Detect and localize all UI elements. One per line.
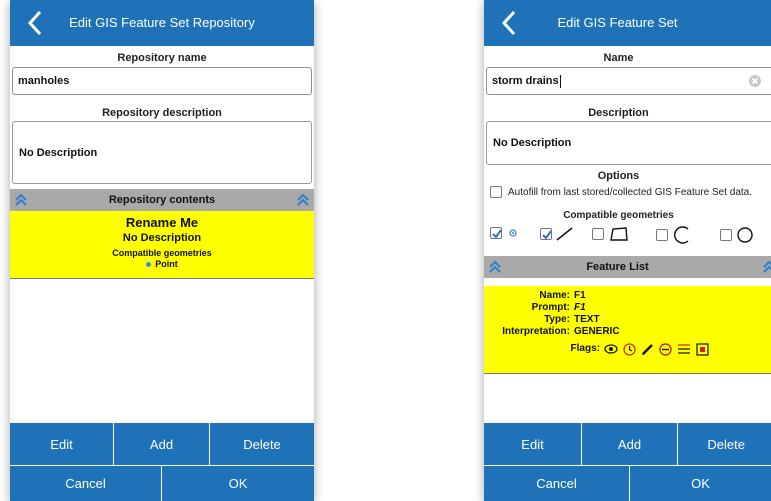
feature-name-key: Name: [539,290,570,301]
collapse-up-icon[interactable] [295,192,311,208]
repository-description-input[interactable]: No Description [12,121,312,184]
geometry-arc-option[interactable] [656,226,692,244]
arc-icon [674,226,689,244]
ok-button[interactable]: OK [630,466,771,501]
feature-type-row: Type: TEXT [484,314,771,326]
page-title: Edit GIS Feature Set [557,15,678,30]
geometry-circle-option[interactable] [720,226,754,244]
collapse-up-icon[interactable] [13,192,29,208]
repository-description-label: Repository description [102,107,222,119]
cursor [559,74,561,88]
feature-name-value: F1 [574,290,586,301]
point-icon [146,262,152,268]
feature-prompt-value: F1 [574,302,586,313]
circle-checkbox[interactable] [720,229,732,241]
repository-name-input[interactable]: manholes [12,67,312,95]
feature-prompt-key: Prompt: [531,302,570,313]
options-label: Options [597,170,640,182]
polygon-icon [610,227,628,241]
polygon-checkbox[interactable] [592,228,604,240]
edit-button[interactable]: Edit [484,423,581,465]
autofill-label: Autofill from last stored/collected GIS … [508,186,753,198]
description-value: No Description [493,137,572,149]
line-icon [556,227,573,241]
description-input[interactable]: No Description [486,121,771,165]
line-checkbox[interactable] [540,228,552,240]
repository-name-label: Repository name [117,52,207,64]
list-icon [678,344,690,354]
feature-interpretation-key: Interpretation: [502,326,570,337]
repository-name-value: manholes [18,75,70,87]
ok-button[interactable]: OK [162,466,314,501]
repository-contents-label: Repository contents [108,194,216,206]
delete-button[interactable]: Delete [210,423,314,465]
name-value: storm drains [492,75,559,87]
point-checkbox[interactable] [490,227,502,239]
autofill-checkbox[interactable] [490,186,502,198]
feature-flags-key: Flags: [570,343,600,354]
geometry-point: Point [10,259,314,269]
point-icon [509,229,517,237]
description-label: Description [588,107,649,119]
repository-description-value: No Description [19,146,98,159]
compatible-geometries-label: Compatible geometries [112,248,212,258]
feature-interpretation-row: Interpretation: GENERIC [484,326,771,338]
feature-interpretation-value: GENERIC [574,326,620,337]
cancel-button[interactable]: Cancel [10,466,161,501]
arc-checkbox[interactable] [656,229,668,241]
feature-set-screen: Edit GIS Feature Set Name storm drains D… [484,0,771,501]
circle-icon [737,227,753,243]
collapse-up-icon[interactable] [487,259,503,275]
clock-icon [623,342,636,356]
name-input[interactable]: storm drains [486,67,771,95]
app-bar: Edit GIS Feature Set Repository [10,0,314,46]
autofill-option[interactable]: Autofill from last stored/collected GIS … [490,186,752,198]
compatible-geometries-label: Compatible geometries [563,210,674,221]
edit-button[interactable]: Edit [10,423,113,465]
app-bar: Edit GIS Feature Set [484,0,771,46]
add-button[interactable]: Add [114,423,209,465]
delete-button[interactable]: Delete [678,423,771,465]
feature-list-label: Feature List [586,261,649,273]
geometry-point-option[interactable] [490,226,520,240]
collapse-up-icon[interactable] [761,259,771,275]
pencil-icon [642,343,653,355]
name-label: Name [603,52,634,64]
feature-item[interactable]: Name: F1 Prompt: F1 Type: TEXT Interpret… [484,286,771,374]
feature-name-row: Name: F1 [484,290,771,302]
cancel-button[interactable]: Cancel [484,466,629,501]
feature-set-item[interactable]: Rename Me No Description Compatible geom… [10,211,314,279]
page-title: Edit GIS Feature Set Repository [69,15,255,30]
feature-prompt-row: Prompt: F1 [484,302,771,314]
feature-flags-row: Flags: [484,340,771,358]
geometry-polygon-option[interactable] [592,226,630,242]
clear-icon[interactable] [748,74,762,88]
expand-icon [696,342,709,356]
feature-flags [604,340,709,358]
feature-type-value: TEXT [574,314,600,325]
repository-contents-header: Repository contents [10,189,314,211]
geometry-point-label: Point [155,259,178,269]
feature-list-header: Feature List [484,256,771,278]
eye-icon [604,344,618,354]
geometry-line-option[interactable] [540,226,575,242]
no-entry-icon [659,342,672,356]
feature-set-description: No Description [122,232,202,244]
add-button[interactable]: Add [582,423,677,465]
repository-screen: Edit GIS Feature Set Repository Reposito… [10,0,314,501]
feature-set-name: Rename Me [125,215,199,230]
feature-type-key: Type: [544,314,570,325]
